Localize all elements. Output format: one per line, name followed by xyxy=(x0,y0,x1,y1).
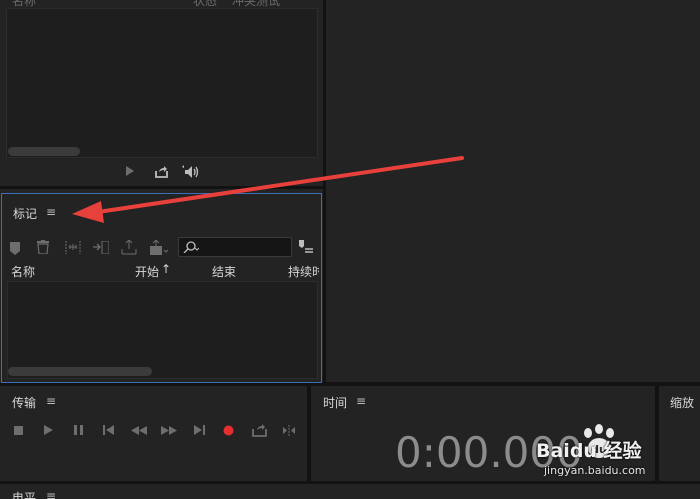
watermark-url: jingyan.baidu.com xyxy=(544,464,646,477)
watermark: du Baidu 经验 jingyan.baidu.com xyxy=(534,424,700,484)
watermark-brand: Baidu 经验 xyxy=(536,440,642,462)
